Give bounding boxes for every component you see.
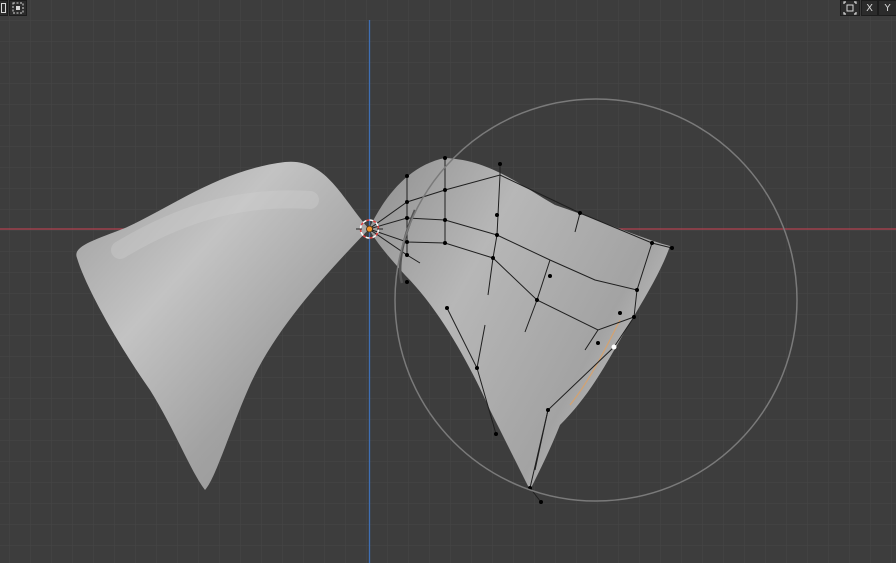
editor-type-icon xyxy=(0,3,6,13)
active-vertex[interactable] xyxy=(611,344,617,350)
mirror-x-label: X xyxy=(866,2,873,14)
object-origin-dot xyxy=(366,225,373,233)
select-box-icon xyxy=(12,2,24,14)
3d-viewport[interactable] xyxy=(0,0,896,563)
gizmo-icon xyxy=(843,1,857,15)
mirror-y-label: Y xyxy=(884,2,891,14)
mirror-x-button[interactable]: X xyxy=(861,0,878,16)
gizmo-toggle-button[interactable] xyxy=(840,0,860,16)
mirror-y-button[interactable]: Y xyxy=(878,0,896,16)
select-box-button[interactable] xyxy=(9,0,27,16)
editor-type-button[interactable] xyxy=(0,0,8,16)
